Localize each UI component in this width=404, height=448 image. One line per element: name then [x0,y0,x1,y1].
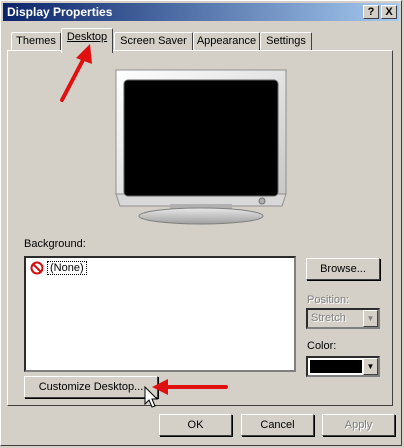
close-icon: X [385,6,393,18]
monitor-preview [115,69,287,225]
mouse-cursor-icon [144,386,159,408]
cancel-button-label: Cancel [260,419,295,431]
color-label: Color: [307,340,337,352]
tab-label: Settings [266,35,306,47]
color-swatch [310,360,362,373]
dropdown-arrow-icon[interactable]: ▼ [363,310,378,327]
annotation-arrow [60,44,92,102]
help-icon: ? [367,6,375,18]
apply-button[interactable]: Apply [322,414,395,436]
tab-settings[interactable]: Settings [260,32,312,51]
cancel-button[interactable]: Cancel [241,414,314,436]
customize-desktop-label: Customize Desktop... [38,381,144,393]
list-item-label: (None) [47,261,87,275]
annotation-arrow [152,379,228,395]
tab-label: Appearance [196,35,257,47]
customize-desktop-button[interactable]: Customize Desktop... [24,376,158,398]
apply-button-label: Apply [344,419,373,431]
none-icon [30,261,44,275]
ok-button[interactable]: OK [159,414,232,436]
position-value: Stretch [311,312,346,324]
tab-appearance[interactable]: Appearance [193,32,260,51]
title-bar[interactable]: Display Properties ? X [3,3,399,21]
position-select[interactable]: Stretch ▼ [306,308,380,329]
list-item[interactable]: (None) [30,260,87,276]
color-picker-button[interactable]: ▼ [306,356,380,377]
browse-button[interactable]: Browse... [306,258,380,280]
tab-label: Screen Saver [120,35,187,47]
browse-button-label: Browse... [320,263,366,275]
close-button[interactable]: X [381,5,397,19]
window-title: Display Properties [7,5,113,19]
dropdown-arrow-icon[interactable]: ▼ [363,358,378,375]
tab-screen-saver[interactable]: Screen Saver [114,32,193,51]
background-list[interactable]: (None) [24,256,296,372]
position-label: Position: [307,294,350,306]
help-button[interactable]: ? [363,5,379,19]
background-label: Background: [24,238,86,250]
ok-button-label: OK [187,419,204,431]
